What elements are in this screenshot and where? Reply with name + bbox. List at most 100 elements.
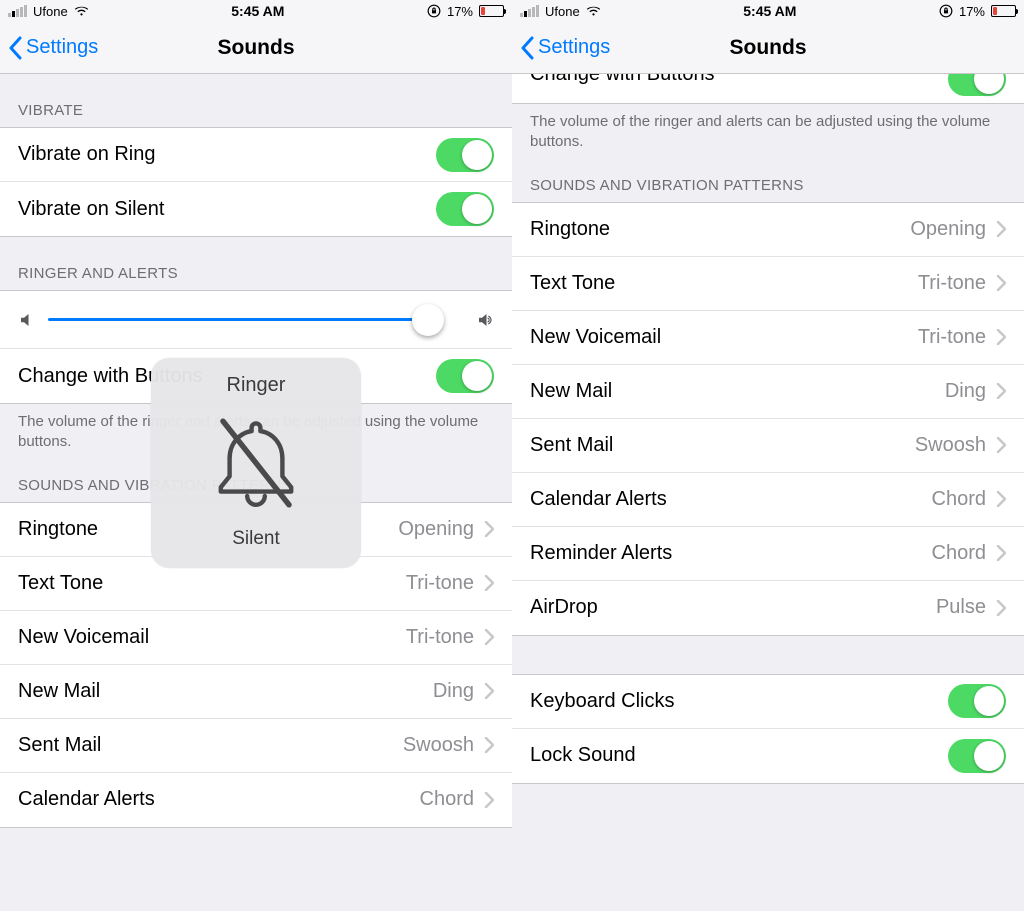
row-label: Change with Buttons: [530, 74, 1006, 86]
switch-change-with-buttons[interactable]: [948, 74, 1006, 96]
hud-title: Ringer: [227, 374, 286, 397]
rotation-lock-icon: [939, 4, 953, 18]
row-label: Keyboard Clicks: [530, 690, 948, 713]
back-label: Settings: [26, 36, 98, 59]
slider-thumb[interactable]: [412, 304, 444, 336]
signal-icon: [8, 5, 27, 17]
row-value: Chord: [420, 788, 474, 811]
switch-change-with-buttons[interactable]: [436, 359, 494, 393]
row-value: Ding: [433, 680, 474, 703]
row-value: Tri-tone: [918, 326, 986, 349]
left-screenshot: Ufone 5:45 AM 17% Settings Sounds VIBRAT…: [0, 0, 512, 911]
row-vibrate-on-silent[interactable]: Vibrate on Silent: [0, 182, 512, 236]
chevron-right-icon: [996, 221, 1006, 237]
chevron-right-icon: [484, 683, 494, 699]
row-label: Calendar Alerts: [18, 788, 420, 811]
row-text-tone[interactable]: Text ToneTri-tone: [512, 257, 1024, 311]
chevron-left-icon: [8, 36, 22, 60]
chevron-right-icon: [996, 329, 1006, 345]
row-new-voicemail[interactable]: New VoicemailTri-tone: [512, 311, 1024, 365]
row-label: Vibrate on Ring: [18, 143, 436, 166]
chevron-left-icon: [520, 36, 534, 60]
row-vibrate-on-ring[interactable]: Vibrate on Ring: [0, 128, 512, 182]
hud-subtitle: Silent: [232, 528, 280, 550]
wifi-icon: [586, 5, 601, 17]
section-header-vibrate: VIBRATE: [0, 74, 512, 127]
signal-icon: [520, 5, 539, 17]
row-keyboard-clicks[interactable]: Keyboard Clicks: [512, 675, 1024, 729]
volume-slider[interactable]: [48, 318, 428, 321]
row-label: New Mail: [530, 380, 945, 403]
row-value: Tri-tone: [406, 572, 474, 595]
back-button[interactable]: Settings: [8, 36, 98, 60]
row-volume-slider[interactable]: [0, 291, 512, 349]
row-lock-sound[interactable]: Lock Sound: [512, 729, 1024, 783]
chevron-right-icon: [484, 737, 494, 753]
row-value: Pulse: [936, 596, 986, 619]
row-new-mail[interactable]: New MailDing: [512, 365, 1024, 419]
battery-pct: 17%: [959, 4, 985, 19]
battery-pct: 17%: [447, 4, 473, 19]
chevron-right-icon: [996, 437, 1006, 453]
chevron-right-icon: [996, 383, 1006, 399]
chevron-right-icon: [996, 275, 1006, 291]
row-label: New Voicemail: [530, 326, 918, 349]
row-label: Calendar Alerts: [530, 488, 932, 511]
row-value: Tri-tone: [406, 626, 474, 649]
row-sent-mail[interactable]: Sent MailSwoosh: [512, 419, 1024, 473]
row-label: New Voicemail: [18, 626, 406, 649]
row-value: Opening: [910, 218, 986, 241]
row-new-voicemail[interactable]: New VoicemailTri-tone: [0, 611, 512, 665]
row-label: Reminder Alerts: [530, 542, 932, 565]
row-value: Chord: [932, 542, 986, 565]
status-time: 5:45 AM: [743, 3, 796, 19]
row-label: AirDrop: [530, 596, 936, 619]
row-label: Text Tone: [530, 272, 918, 295]
status-bar: Ufone 5:45 AM 17%: [512, 0, 1024, 22]
carrier-name: Ufone: [33, 4, 68, 19]
section-header-patterns: SOUNDS AND VIBRATION PATTERNS: [512, 159, 1024, 202]
row-value: Swoosh: [915, 434, 986, 457]
row-new-mail[interactable]: New MailDing: [0, 665, 512, 719]
page-title: Sounds: [730, 36, 807, 60]
row-label: Vibrate on Silent: [18, 198, 436, 221]
row-sent-mail[interactable]: Sent MailSwoosh: [0, 719, 512, 773]
chevron-right-icon: [484, 629, 494, 645]
row-value: Chord: [932, 488, 986, 511]
status-bar: Ufone 5:45 AM 17%: [0, 0, 512, 22]
right-screenshot: Ufone 5:45 AM 17% Settings Sounds Change…: [512, 0, 1024, 911]
battery-icon: [479, 5, 504, 17]
row-label: Ringtone: [530, 218, 910, 241]
row-reminder-alerts[interactable]: Reminder AlertsChord: [512, 527, 1024, 581]
row-label: New Mail: [18, 680, 433, 703]
row-value: Ding: [945, 380, 986, 403]
row-airdrop[interactable]: AirDropPulse: [512, 581, 1024, 635]
row-label: Sent Mail: [18, 734, 403, 757]
row-value: Swoosh: [403, 734, 474, 757]
switch-vibrate-on-ring[interactable]: [436, 138, 494, 172]
row-label: Text Tone: [18, 572, 406, 595]
row-calendar-alerts[interactable]: Calendar AlertsChord: [512, 473, 1024, 527]
chevron-right-icon: [484, 521, 494, 537]
rotation-lock-icon: [427, 4, 441, 18]
chevron-right-icon: [996, 545, 1006, 561]
row-value: Opening: [398, 518, 474, 541]
ringer-silent-hud: Ringer Silent: [151, 358, 361, 568]
switch-lock-sound[interactable]: [948, 739, 1006, 773]
chevron-right-icon: [996, 491, 1006, 507]
navbar: Settings Sounds: [512, 22, 1024, 74]
wifi-icon: [74, 5, 89, 17]
status-time: 5:45 AM: [231, 3, 284, 19]
switch-vibrate-on-silent[interactable]: [436, 192, 494, 226]
row-calendar-alerts[interactable]: Calendar AlertsChord: [0, 773, 512, 827]
chevron-right-icon: [484, 575, 494, 591]
back-label: Settings: [538, 36, 610, 59]
back-button[interactable]: Settings: [520, 36, 610, 60]
chevron-right-icon: [996, 600, 1006, 616]
carrier-name: Ufone: [545, 4, 580, 19]
chevron-right-icon: [484, 792, 494, 808]
row-ringtone[interactable]: RingtoneOpening: [512, 203, 1024, 257]
switch-keyboard-clicks[interactable]: [948, 684, 1006, 718]
section-header-ringer: RINGER AND ALERTS: [0, 237, 512, 290]
bell-silent-icon: [201, 408, 311, 518]
